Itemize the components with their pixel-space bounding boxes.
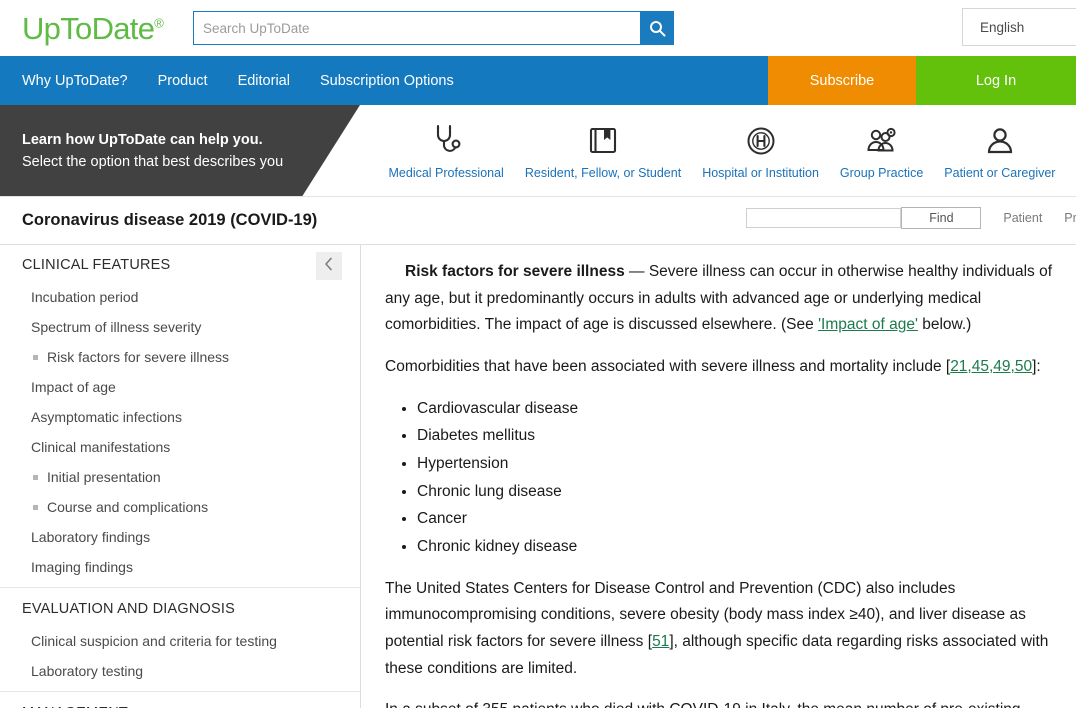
stethoscope-icon [429,121,463,157]
persona-resident-fellow-student[interactable]: Resident, Fellow, or Student [525,121,681,180]
nav-links: Why UpToDate? Product Editorial Subscrip… [0,56,768,105]
sidebar-item-asymptomatic-infections[interactable]: Asymptomatic infections [0,402,360,432]
sidebar-item-imaging-findings[interactable]: Imaging findings [0,552,360,582]
link-impact-of-age[interactable]: 'Impact of age' [818,316,918,333]
sidebar-item-clinical-suspicion-and-criteria-for-testing[interactable]: Clinical suspicion and criteria for test… [0,626,360,656]
main-navigation: Why UpToDate? Product Editorial Subscrip… [0,56,1076,105]
section-heading: MANAGEMENT [0,705,360,708]
persona-label: Group Practice [839,166,924,180]
promo-headline: Learn how UpToDate can help you. [22,131,263,148]
em-dash: — [624,263,649,280]
topic-header: Coronavirus disease 2019 (COVID-19) Find… [0,197,1076,245]
persona-label: Resident, Fellow, or Student [524,166,682,180]
persona-patient-caregiver[interactable]: Patient or Caregiver [944,121,1055,180]
promo-banner: Learn how UpToDate can help you. Select … [0,105,1076,197]
paragraph-text: In a subset of 355 patients who died wit… [385,701,1021,708]
promo-message: Learn how UpToDate can help you. Select … [0,105,360,196]
persona-label: Medical Professional [388,166,504,180]
sidebar-item-spectrum-of-illness-severity[interactable]: Spectrum of illness severity [0,312,360,342]
nav-link-why-uptodate[interactable]: Why UpToDate? [22,73,128,89]
topic-outline-sidebar: CLINICAL FEATURES Incubation period Spec… [0,245,361,708]
patient-link[interactable]: Patient [1003,211,1042,225]
comorbidity-list: Cardiovascular disease Diabetes mellitus… [385,396,1056,561]
article-content: Risk factors for severe illness — Severe… [361,245,1076,708]
nav-link-product[interactable]: Product [158,73,208,89]
find-input[interactable] [746,208,902,228]
registered-trademark-symbol: ® [154,15,164,31]
sidebar-item-incubation-period[interactable]: Incubation period [0,282,360,312]
book-icon [587,121,619,157]
search-button[interactable] [640,11,674,45]
persona-medical-professional[interactable]: Medical Professional [389,121,504,180]
nav-link-subscription-options[interactable]: Subscription Options [320,73,454,89]
sidebar-item-impact-of-age[interactable]: Impact of age [0,372,360,402]
sidebar-item-course-and-complications[interactable]: Course and complications [0,492,360,522]
login-button[interactable]: Log In [916,56,1076,105]
language-selector-value: English [980,19,1025,35]
sidebar-item-clinical-manifestations[interactable]: Clinical manifestations [0,432,360,462]
search-input[interactable] [193,11,640,45]
hospital-icon [745,121,777,157]
outline-section-evaluation-and-diagnosis: EVALUATION AND DIAGNOSIS Clinical suspic… [0,587,360,691]
search-bar [193,11,674,45]
list-item: Cancer [417,506,1056,533]
persona-label: Patient or Caregiver [944,166,1056,180]
language-selector[interactable]: English [962,8,1076,46]
search-icon [649,20,666,37]
paragraph-text: Comorbidities that have been associated … [385,357,951,375]
page-body: CLINICAL FEATURES Incubation period Spec… [0,245,1076,708]
paragraph-cdc: The United States Centers for Disease Co… [385,576,1056,683]
persona-hospital-institution[interactable]: Hospital or Institution [702,121,819,180]
paragraph-comorbidities-intro: Comorbidities that have been associated … [385,354,1056,381]
paragraph-italy-subset: In a subset of 355 patients who died wit… [385,697,1056,708]
page-title: Coronavirus disease 2019 (COVID-19) [22,211,318,229]
persona-label: Hospital or Institution [702,166,819,180]
sidebar-item-laboratory-testing[interactable]: Laboratory testing [0,656,360,686]
persona-group-practice[interactable]: Group Practice [840,121,923,180]
logo-text: UpToDate [22,10,155,46]
person-icon [984,121,1016,157]
paragraph-text: ]: [1032,357,1041,375]
citation-link-51[interactable]: 51 [652,633,669,650]
nav-link-editorial[interactable]: Editorial [238,73,290,89]
citation-link-21-45-49-50[interactable]: 21,45,49,50 [950,358,1032,375]
list-item: Cardiovascular disease [417,396,1056,423]
paragraph-text: below.) [917,316,972,334]
top-bar: UpToDate® English [0,0,1076,56]
list-item: Hypertension [417,451,1056,478]
subscribe-button[interactable]: Subscribe [768,56,916,105]
list-item: Chronic kidney disease [417,534,1056,561]
group-icon [865,121,899,157]
sidebar-item-laboratory-findings[interactable]: Laboratory findings [0,522,360,552]
section-heading: CLINICAL FEATURES [22,257,171,273]
print-link[interactable]: Print [1064,211,1076,225]
uptodate-logo[interactable]: UpToDate® [22,10,164,46]
outline-section-management: MANAGEMENT [0,691,360,708]
topic-toolbar: Find Patient Print [746,207,1076,229]
sidebar-item-initial-presentation[interactable]: Initial presentation [0,462,360,492]
sidebar-item-risk-factors-for-severe-illness[interactable]: Risk factors for severe illness [0,342,360,372]
section-heading: EVALUATION AND DIAGNOSIS [22,601,235,617]
find-button[interactable]: Find [901,207,982,229]
chevron-left-icon [324,257,334,276]
sidebar-collapse-button[interactable] [316,252,342,280]
list-item: Diabetes mellitus [417,423,1056,450]
list-item: Chronic lung disease [417,479,1056,506]
persona-options: Medical Professional Resident, Fellow, o… [360,105,1076,196]
paragraph-risk-factors: Risk factors for severe illness — Severe… [385,259,1056,339]
outline-section-clinical-features: CLINICAL FEATURES Incubation period Spec… [0,257,360,587]
article-subheading: Risk factors for severe illness [405,263,625,280]
promo-subline: Select the option that best describes yo… [22,153,284,170]
